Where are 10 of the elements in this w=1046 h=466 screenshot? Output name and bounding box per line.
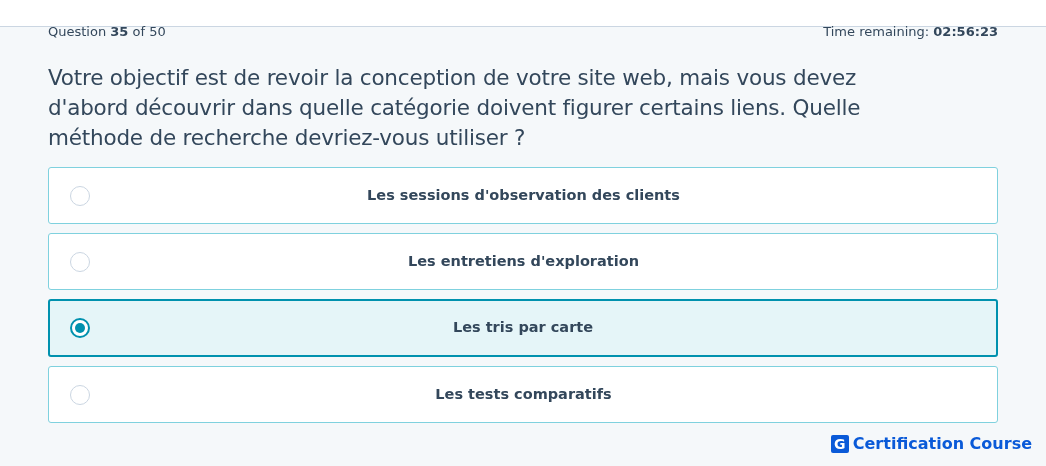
- radio-button[interactable]: [70, 318, 90, 338]
- answer-option[interactable]: Les entretiens d'exploration: [48, 233, 998, 290]
- brand-name: Certification Course: [852, 433, 1032, 455]
- time-remaining: Time remaining: 02:56:23: [823, 25, 998, 39]
- answer-option[interactable]: Les tests comparatifs: [48, 366, 998, 423]
- answer-option[interactable]: Les tris par carte: [48, 299, 998, 357]
- logo-icon: G: [830, 435, 849, 453]
- answer-option[interactable]: Les sessions d'observation des clients: [48, 167, 998, 224]
- question-counter: Question 35 of 50: [48, 25, 166, 39]
- question-text: Votre objectif est de revoir la conception de votre site web, mais vous devez d'abord découvrir dans quelle catégorie doivent figurer certains liens. Quelle méthode de recherche devriez-vous utiliser ?: [48, 64, 862, 152]
